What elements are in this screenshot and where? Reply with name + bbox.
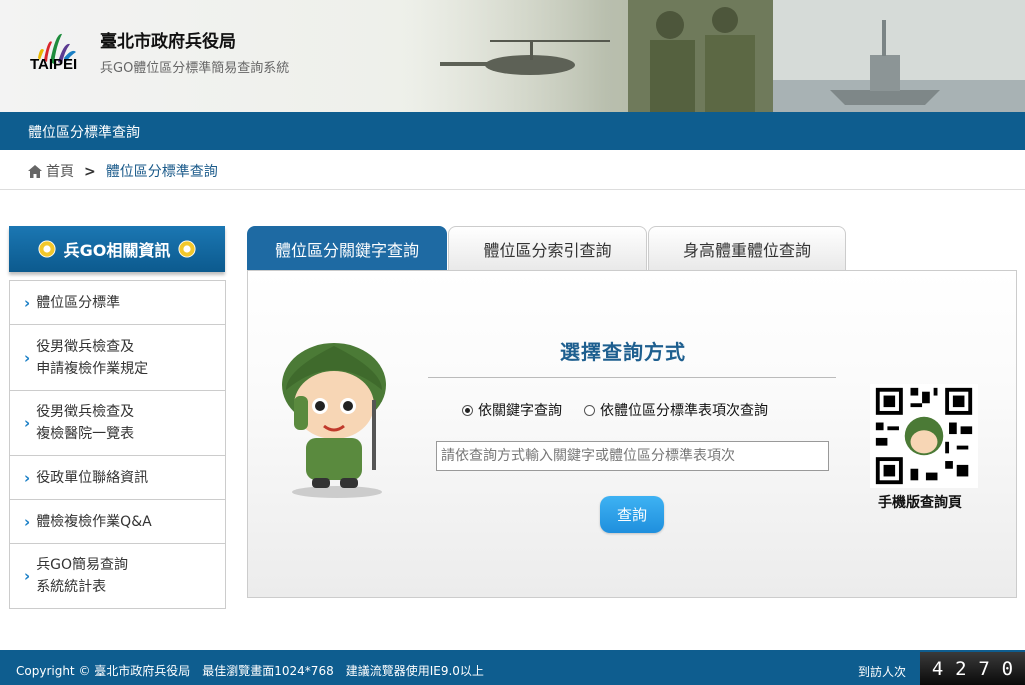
sidebar-item-hospital-list[interactable]: › 役男徵兵檢查及 複檢醫院一覽表 [10, 391, 225, 456]
site-header: TAIPEI 臺北市政府兵役局 兵GO體位區分標準簡易查詢系統 [0, 0, 1025, 112]
military-banner-image [380, 0, 1025, 112]
sidebar-item-label: 役政單位聯絡資訊 [36, 469, 149, 486]
sidebar-item-physique-standard[interactable]: › 體位區分標準 [10, 281, 225, 325]
logo-text: TAIPEI [30, 56, 78, 73]
radio-keyword-label[interactable]: 依關鍵字查詢 [478, 400, 562, 420]
counter-digit: 4 [931, 657, 944, 680]
flower-badge-icon [38, 240, 56, 258]
search-input[interactable] [436, 441, 829, 471]
flower-badge-icon [178, 240, 196, 258]
sidebar-item-label: 兵GO簡易查詢 [36, 557, 129, 573]
soldier-mascot-image [282, 343, 386, 498]
visitor-counter: 4 2 7 0 [920, 652, 1025, 685]
search-method-heading: 選擇查詢方式 [560, 340, 686, 364]
chevron-right-icon: › [24, 512, 31, 531]
sidebar-title: 兵GO相關資訊 [9, 226, 225, 272]
header-divider [0, 189, 1025, 190]
chevron-right-icon: › [24, 293, 31, 312]
breadcrumb-separator: > [84, 164, 96, 180]
sidebar-item-label: 複檢醫院一覽表 [36, 426, 135, 442]
chevron-right-icon: › [24, 468, 31, 487]
heading-divider [428, 377, 836, 378]
sidebar-item-label: 體位區分標準 [36, 294, 121, 311]
sidebar-item-qa[interactable]: › 體檢複檢作業Q&A [10, 500, 225, 544]
breadcrumb: 首頁 > 體位區分標準查詢 [28, 161, 218, 181]
sidebar-item-statistics[interactable]: › 兵GO簡易查詢 系統統計表 [10, 544, 225, 609]
sidebar-item-label: 體檢複檢作業Q&A [36, 513, 152, 530]
system-name: 兵GO體位區分標準簡易查詢系統 [100, 61, 290, 76]
radio-index-label[interactable]: 依體位區分標準表項次查詢 [600, 400, 768, 420]
chevron-right-icon: › [24, 414, 31, 432]
tab-height-weight-search[interactable]: 身高體重體位查詢 [648, 226, 846, 270]
search-method-options: 依關鍵字查詢 依體位區分標準表項次查詢 [462, 400, 768, 420]
sidebar-title-label: 兵GO相關資訊 [63, 241, 171, 260]
sidebar-item-label: 役男徵兵檢查及 [36, 404, 135, 420]
home-icon [28, 165, 42, 178]
qr-code-image[interactable] [870, 384, 978, 488]
visitor-count-label: 到訪人次 [858, 665, 907, 679]
qr-code-label: 手機版查詢頁 [878, 495, 962, 511]
sidebar-menu: › 體位區分標準 › 役男徵兵檢查及 申請複檢作業規定 › 役男徵兵檢查及 複檢醫院… [9, 280, 226, 609]
tab-keyword-search[interactable]: 體位區分關鍵字查詢 [247, 226, 447, 270]
chevron-right-icon: › [24, 567, 31, 585]
sidebar-item-label: 申請複檢作業規定 [36, 360, 149, 377]
page-title: 體位區分標準查詢 [28, 125, 140, 141]
chevron-right-icon: › [24, 348, 31, 367]
counter-digit: 0 [1001, 657, 1014, 680]
counter-digit: 7 [978, 657, 990, 680]
query-button[interactable]: 查詢 [600, 496, 664, 533]
copyright-text: Copyright © 臺北市政府兵役局 最佳瀏覽畫面1024*768 建議流覽… [16, 664, 484, 678]
sidebar-item-label: 系統統計表 [36, 579, 107, 595]
radio-keyword[interactable] [462, 404, 473, 416]
page-title-bar: 體位區分標準查詢 [0, 112, 1025, 150]
site-footer: Copyright © 臺北市政府兵役局 最佳瀏覽畫面1024*768 建議流覽… [0, 650, 1025, 685]
sidebar-item-contact-info[interactable]: › 役政單位聯絡資訊 [10, 456, 225, 500]
counter-digit: 2 [955, 657, 967, 680]
sidebar-item-label: 役男徵兵檢查及 [36, 338, 135, 355]
sidebar-item-exam-rules[interactable]: › 役男徵兵檢查及 申請複檢作業規定 [10, 325, 225, 391]
radio-index[interactable] [584, 404, 595, 416]
tab-index-search[interactable]: 體位區分索引查詢 [448, 226, 647, 270]
breadcrumb-home-link[interactable]: 首頁 [46, 164, 74, 180]
breadcrumb-current[interactable]: 體位區分標準查詢 [106, 164, 218, 180]
org-name: 臺北市政府兵役局 [100, 32, 236, 52]
